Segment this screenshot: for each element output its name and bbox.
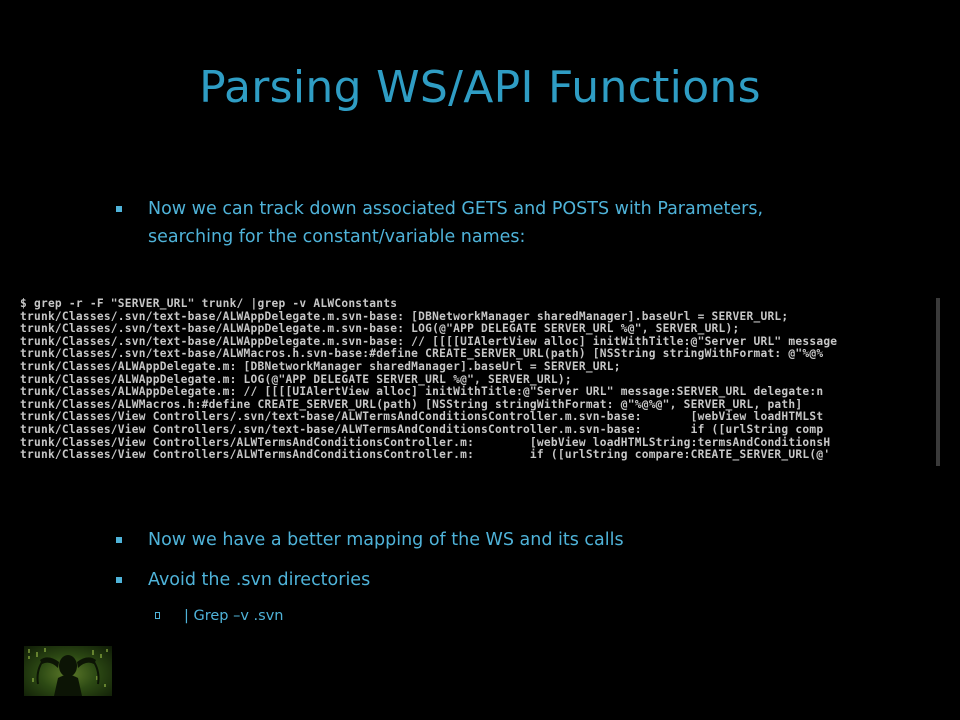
bullet-text-line-2: searching for the constant/variable name… — [148, 227, 526, 247]
bullet-item-3: Avoid the .svn directories — [116, 566, 371, 594]
sub-bullet-marker-icon — [155, 612, 160, 619]
terminal-line: trunk/Classes/View Controllers/.svn/text… — [20, 422, 824, 436]
terminal-line: trunk/Classes/.svn/text-base/ALWAppDeleg… — [20, 322, 740, 336]
bullet-item-2: Now we have a better mapping of the WS a… — [116, 526, 624, 554]
terminal-scrollbar[interactable] — [936, 298, 940, 466]
sub-bullet-text: | Grep –v .svn — [184, 608, 284, 624]
bullet-marker-icon — [116, 206, 122, 212]
bullet-text: Now we have a better mapping of the WS a… — [148, 530, 624, 550]
bullet-marker-icon — [116, 577, 122, 583]
terminal-line: trunk/Classes/ALWAppDelegate.m: // [[[[U… — [20, 385, 824, 399]
terminal-line: $ grep -r -F "SERVER_URL" trunk/ |grep -… — [20, 298, 398, 310]
terminal-line: trunk/Classes/View Controllers/ALWTermsA… — [20, 448, 831, 462]
bullet-text-line-1: Now we can track down associated GETS an… — [148, 199, 764, 219]
terminal-line: trunk/Classes/ALWAppDelegate.m: [DBNetwo… — [20, 359, 621, 373]
matrix-figure-logo-icon — [24, 646, 112, 696]
bullet-marker-icon — [116, 537, 122, 543]
terminal-screenshot: $ grep -r -F "SERVER_URL" trunk/ |grep -… — [20, 298, 937, 466]
bullet-text: Avoid the .svn directories — [148, 570, 371, 590]
sub-bullet-item-1: | Grep –v .svn — [155, 605, 284, 627]
bullet-item-1: Now we can track down associated GETS an… — [116, 195, 764, 251]
